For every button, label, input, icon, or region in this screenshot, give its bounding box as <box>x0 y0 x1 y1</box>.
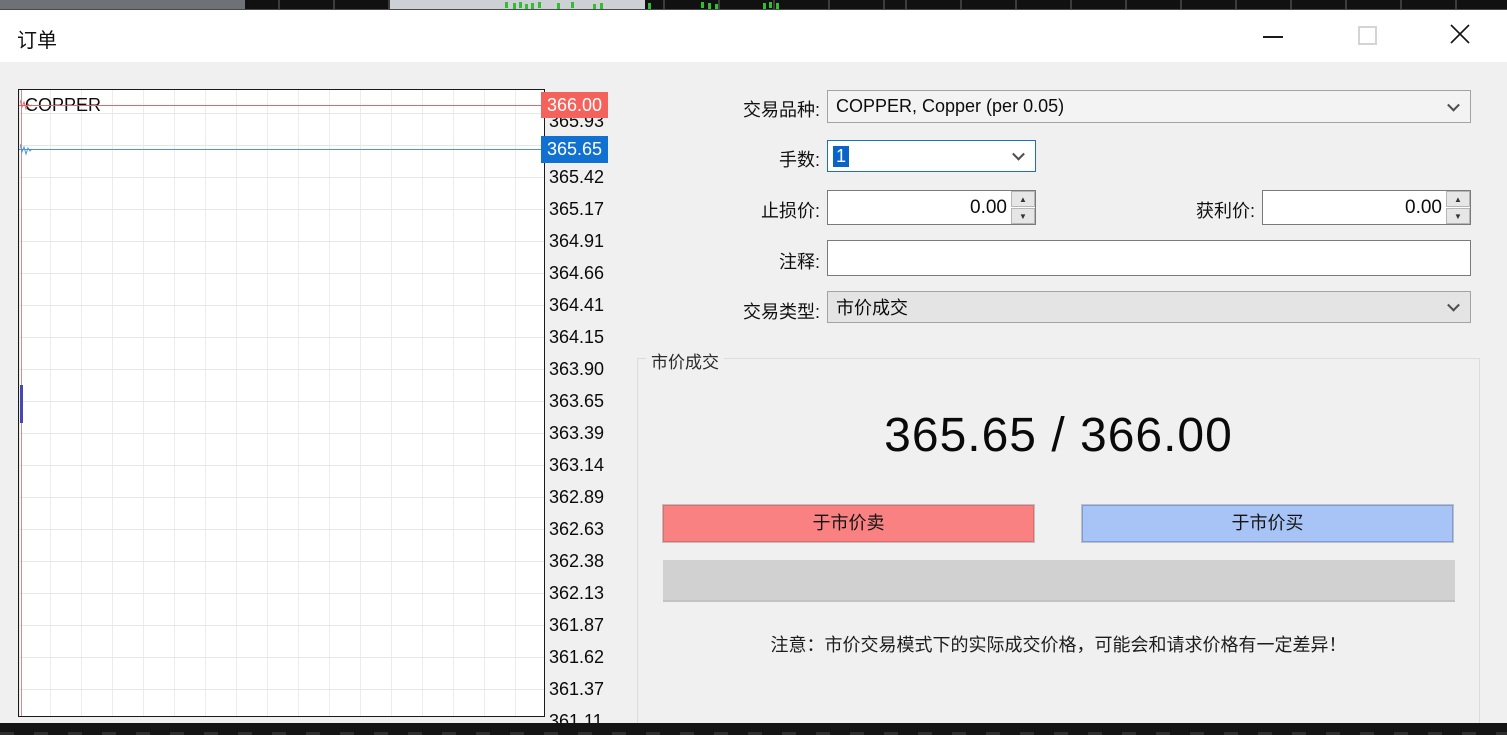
order-type-select[interactable]: 市价成交 <box>827 291 1471 323</box>
price-scale-label: 364.91 <box>549 229 611 253</box>
price-scale-label: 363.14 <box>549 453 611 477</box>
price-scale-label: 363.39 <box>549 421 611 445</box>
symbol-label: 交易品种: <box>620 96 820 122</box>
market-execution-note: 注意：市价交易模式下的实际成交价格，可能会和请求价格有一定差异！ <box>637 631 1480 657</box>
price-scale-label: 363.65 <box>549 389 611 413</box>
price-scale-label: 361.11 <box>549 709 611 723</box>
price-scale-label: 364.41 <box>549 293 611 317</box>
order-dialog: 订单 COPPER 365.93 366.00 365.65 365.42365… <box>0 9 1507 723</box>
price-scale-label: 362.13 <box>549 581 611 605</box>
chevron-down-icon <box>1447 98 1460 111</box>
order-type-label: 交易类型: <box>620 298 820 324</box>
symbol-select-value: COPPER, Copper (per 0.05) <box>836 96 1064 117</box>
chevron-down-icon <box>1447 299 1460 312</box>
bid-tick-squiggle <box>20 142 36 156</box>
price-scale-label: 365.17 <box>549 197 611 221</box>
close-icon <box>1448 22 1472 46</box>
takeprofit-spinbox[interactable]: 0.00 ▲ ▼ <box>1262 190 1471 225</box>
price-scale-label: 363.90 <box>549 357 611 381</box>
comment-input[interactable] <box>827 240 1471 276</box>
close-button[interactable] <box>1428 10 1492 62</box>
ask-tick-squiggle <box>20 98 36 112</box>
spin-up-button[interactable]: ▲ <box>1011 191 1035 207</box>
volume-value: 1 <box>833 146 849 167</box>
sell-by-market-button[interactable]: 于市价卖 <box>663 505 1034 542</box>
chevron-down-icon <box>1012 148 1025 161</box>
price-scale-label: 364.66 <box>549 261 611 285</box>
market-execution-group-title: 市价成交 <box>646 348 724 373</box>
takeprofit-label: 获利价: <box>1055 197 1255 223</box>
price-scale-label: 365.42 <box>549 165 611 189</box>
bid-price-line <box>19 149 544 150</box>
price-scale-label: 361.87 <box>549 613 611 637</box>
spin-up-button[interactable]: ▲ <box>1446 191 1470 207</box>
bid-ask-quote: 365.65 / 366.00 <box>637 408 1480 463</box>
comment-label: 注释: <box>620 248 820 274</box>
bid-price-badge: 365.65 <box>541 136 608 163</box>
minimize-button[interactable] <box>1243 10 1307 62</box>
bid-tick-start <box>20 385 23 423</box>
spin-down-button[interactable]: ▼ <box>1011 208 1035 224</box>
titlebar[interactable]: 订单 <box>0 10 1507 62</box>
background-app-bottom-strip <box>0 723 1507 735</box>
maximize-icon <box>1358 26 1377 45</box>
ask-price-line <box>19 105 544 106</box>
stoploss-label: 止损价: <box>620 197 820 223</box>
spin-down-button[interactable]: ▼ <box>1446 208 1470 224</box>
window-title: 订单 <box>17 24 57 53</box>
minimize-icon <box>1263 36 1283 38</box>
price-scale-label: 361.37 <box>549 677 611 701</box>
price-scale-label: 362.38 <box>549 549 611 573</box>
volume-label: 手数: <box>620 146 820 172</box>
price-scale-label: 362.63 <box>549 517 611 541</box>
background-scrollbar-segment <box>0 0 245 9</box>
tick-chart[interactable]: COPPER <box>18 89 545 717</box>
buy-by-market-button[interactable]: 于市价买 <box>1082 505 1453 542</box>
takeprofit-spin-buttons: ▲ ▼ <box>1446 191 1470 224</box>
takeprofit-value: 0.00 <box>1405 191 1442 224</box>
background-tick-volume-bars <box>505 2 508 8</box>
stoploss-spinbox[interactable]: 0.00 ▲ ▼ <box>827 190 1036 225</box>
order-type-value: 市价成交 <box>836 294 908 320</box>
maximize-button <box>1335 10 1399 62</box>
symbol-select[interactable]: COPPER, Copper (per 0.05) <box>827 90 1471 123</box>
price-scale-label: 362.89 <box>549 485 611 509</box>
volume-combobox[interactable]: 1 <box>827 140 1036 172</box>
price-scale-label: 364.15 <box>549 325 611 349</box>
background-app-top-strip <box>0 0 1507 9</box>
ask-price-badge: 366.00 <box>541 92 608 118</box>
price-scale-label: 361.62 <box>549 645 611 669</box>
disabled-action-bar <box>663 560 1455 602</box>
stoploss-spin-buttons: ▲ ▼ <box>1011 191 1035 224</box>
stoploss-value: 0.00 <box>970 191 1007 224</box>
background-scrollbar-thumb <box>390 0 645 9</box>
